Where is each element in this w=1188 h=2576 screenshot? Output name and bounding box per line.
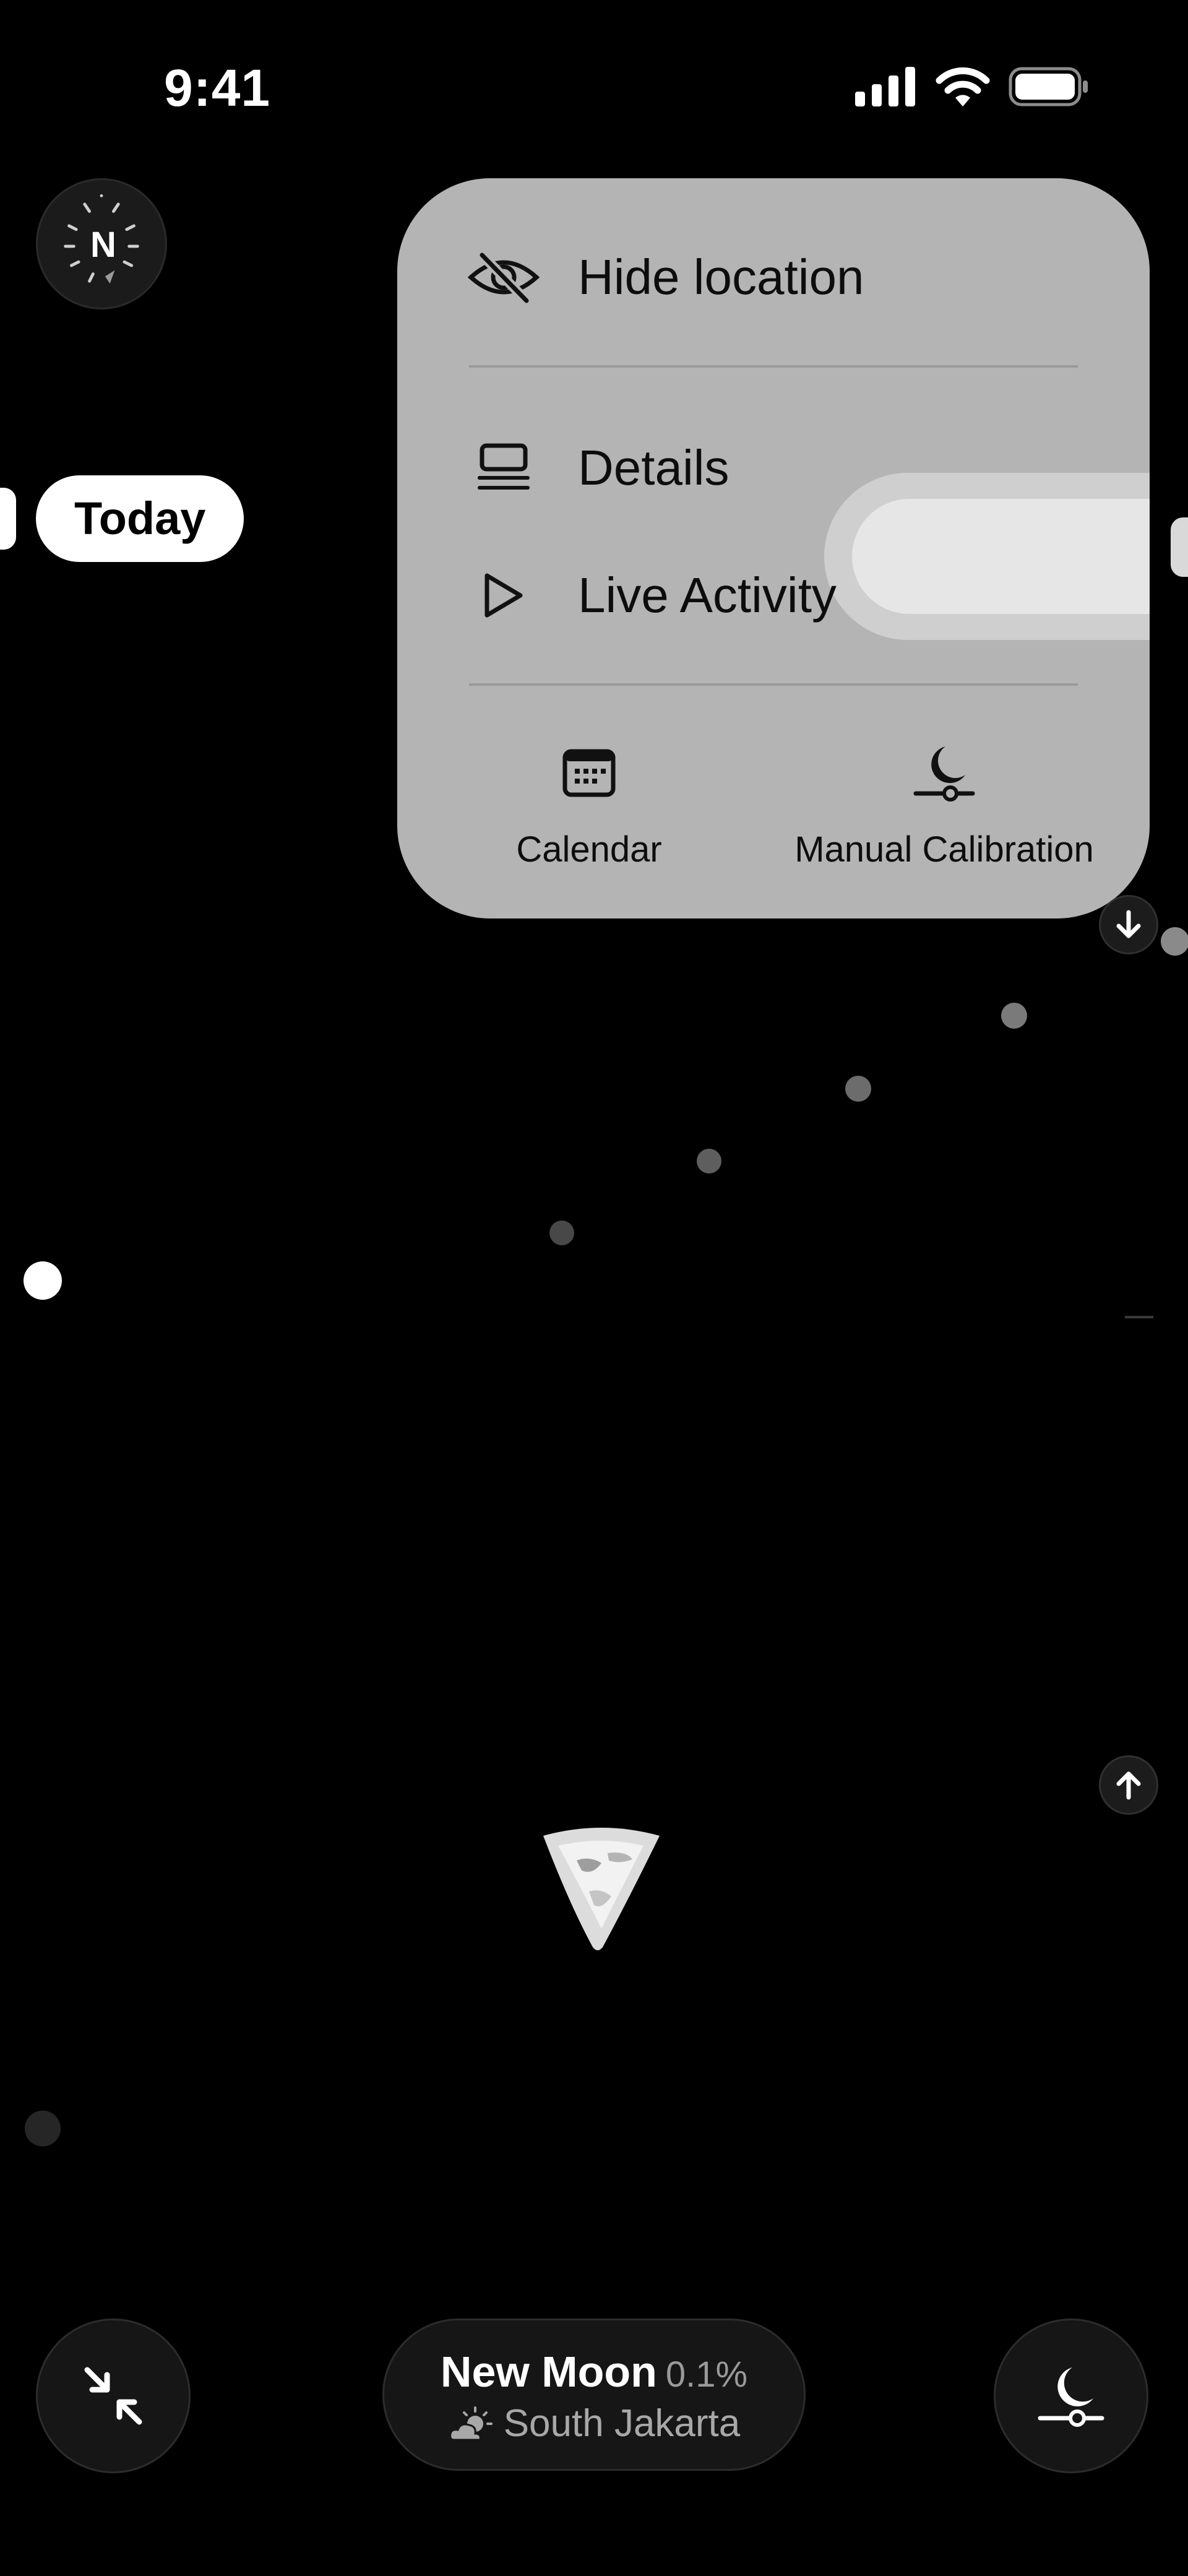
collapse-arrows-icon [84, 2367, 142, 2425]
arrow-up-icon [1116, 1771, 1141, 1800]
battery-icon [1009, 67, 1088, 106]
manual-calibration-button[interactable] [994, 2319, 1148, 2473]
context-menu: Hide location Details Live Activity Cale… [397, 178, 1150, 918]
moon-slider-icon [907, 735, 981, 810]
menu-tile-manual-calibration[interactable]: Manual Calibration [759, 735, 1130, 871]
moon-illumination: 0.1% [665, 2354, 748, 2395]
menu-item-live-activity[interactable]: Live Activity [397, 546, 1150, 645]
compass-north-label: N [90, 225, 116, 265]
menu-item-label: Live Activity [578, 568, 837, 623]
wifi-icon [936, 67, 990, 106]
moon-path-dot [25, 2111, 61, 2146]
collapse-button[interactable] [36, 2319, 191, 2473]
menu-divider [469, 683, 1078, 686]
menu-item-label: Hide location [578, 249, 864, 305]
eye-slash-icon [467, 240, 541, 314]
location-name: South Jakarta [503, 2402, 741, 2445]
scroll-up-button[interactable] [1099, 1755, 1158, 1815]
today-button[interactable]: Today [36, 475, 244, 562]
moon-path-dot [845, 1076, 871, 1102]
moon-icon [543, 1828, 660, 1950]
menu-item-hide-location[interactable]: Hide location [397, 228, 1150, 327]
moon-path-dot [697, 1149, 721, 1173]
partly-sunny-icon [449, 2406, 493, 2441]
status-time: 9:41 [164, 59, 271, 117]
moon-path-dot [1001, 1003, 1027, 1029]
details-list-icon [467, 431, 541, 505]
status-icons [855, 66, 1089, 108]
menu-tile-calendar[interactable]: Calendar [403, 735, 775, 871]
menu-tile-label: Manual Calibration [794, 829, 1094, 870]
menu-tile-label: Calendar [516, 829, 662, 870]
menu-item-details[interactable]: Details [397, 418, 1150, 517]
moon-slider-icon [1038, 2367, 1104, 2427]
cellular-signal-icon [855, 67, 915, 106]
current-position-dot [24, 1261, 62, 1300]
moon-phase-info[interactable]: New Moon 0.1% South Jakarta [382, 2319, 806, 2471]
calendar-icon [552, 735, 626, 810]
previous-day-pill[interactable] [0, 488, 16, 550]
moon-graphic[interactable] [533, 1823, 669, 1958]
menu-divider [469, 365, 1078, 368]
scroll-down-button[interactable] [1099, 895, 1158, 954]
horizon-tick [1125, 1316, 1153, 1318]
play-icon [467, 558, 541, 633]
moon-path-dot [549, 1221, 574, 1245]
compass-button[interactable]: N [36, 178, 167, 309]
next-day-pill[interactable] [1171, 517, 1188, 577]
moon-phase-name: New Moon [440, 2348, 657, 2396]
moon-path-dot [1161, 927, 1188, 956]
menu-item-label: Details [578, 440, 730, 495]
arrow-down-icon [1116, 910, 1141, 938]
